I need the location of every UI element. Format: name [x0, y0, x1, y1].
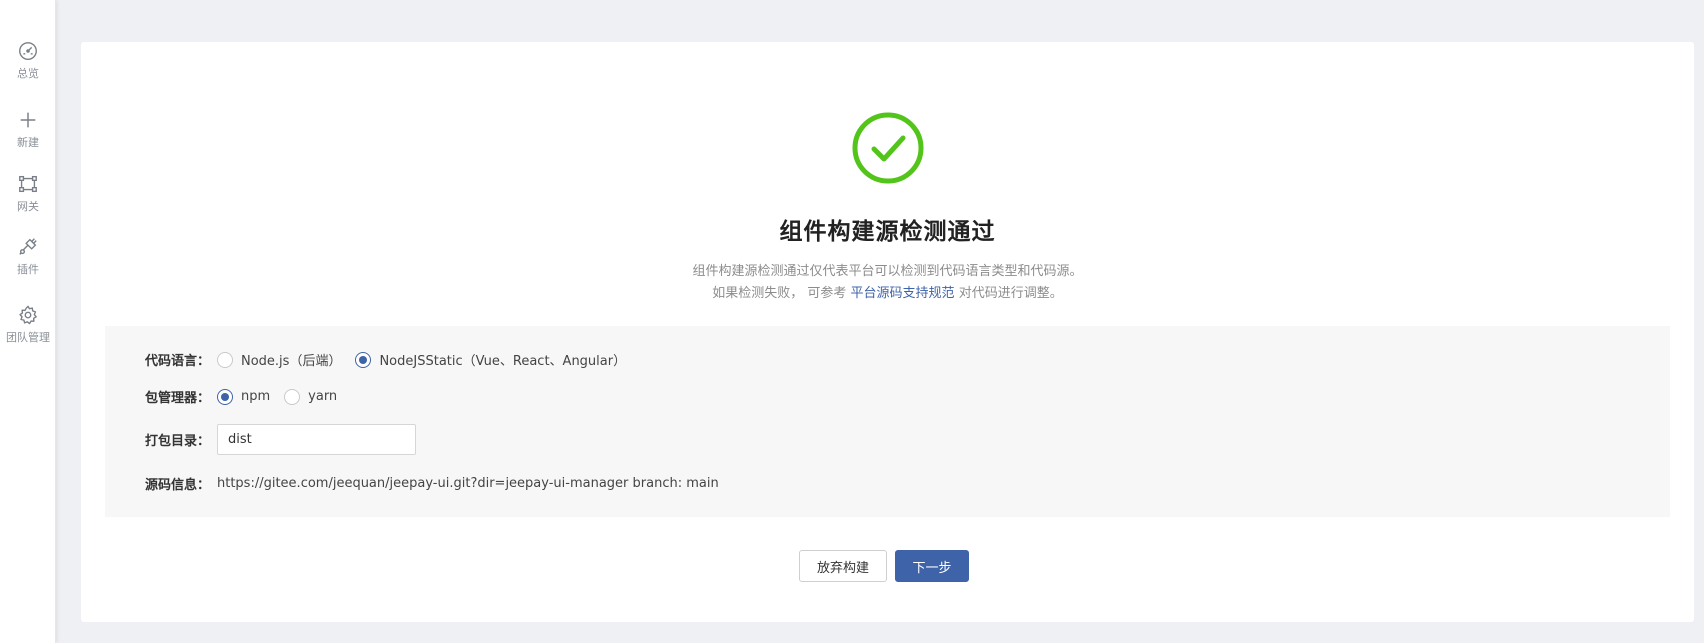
sidebar-item-overview[interactable]: 总览 — [0, 40, 56, 81]
dashboard-icon — [19, 42, 37, 60]
sidebar-item-label: 新建 — [17, 136, 39, 149]
package-manager-row: 包管理器： npm yarn — [145, 387, 351, 406]
build-config-panel: 代码语言： Node.js（后端） NodeJSStatic（Vue、React… — [105, 326, 1670, 517]
result-description-hint: 如果检测失败， 可参考 平台源码支持规范 对代码进行调整。 — [81, 282, 1694, 301]
sidebar-item-label: 团队管理 — [6, 331, 50, 344]
build-source-result-card: 组件构建源检测通过 组件构建源检测通过仅代表平台可以检测到代码语言类型和代码源。… — [81, 42, 1694, 622]
sidebar-item-label: 网关 — [17, 200, 39, 213]
abandon-build-button[interactable]: 放弃构建 — [799, 550, 887, 582]
sidebar-item-label: 总览 — [17, 67, 39, 80]
gateway-icon — [19, 175, 37, 193]
check-circle-icon — [852, 112, 924, 184]
radio-circle[interactable] — [217, 351, 233, 368]
radio-circle[interactable] — [217, 388, 233, 405]
source-info-value: https://gitee.com/jeequan/jeepay-ui.git?… — [217, 476, 719, 491]
package-manager-radio-yarn[interactable]: yarn — [284, 388, 338, 405]
output-dir-row: 打包目录： — [145, 424, 416, 455]
radio-circle[interactable] — [284, 388, 301, 405]
sidebar-item-team-management[interactable]: 团队管理 — [0, 304, 56, 345]
sidebar-item-new[interactable]: 新建 — [0, 109, 56, 150]
source-info-row: 源码信息： https://gitee.com/jeequan/jeepay-u… — [145, 474, 719, 493]
next-step-button[interactable]: 下一步 — [895, 550, 969, 582]
gear-icon — [19, 305, 37, 325]
plug-icon — [19, 238, 37, 255]
source-spec-link[interactable]: 平台源码支持规范 — [851, 286, 955, 301]
sidebar-item-gateway[interactable]: 网关 — [0, 173, 56, 214]
language-radio-nodejs[interactable]: Node.js（后端） — [217, 350, 341, 369]
output-dir-input[interactable] — [217, 424, 416, 455]
hint-suffix: 对代码进行调整。 — [958, 286, 1063, 301]
language-label: 代码语言： — [145, 354, 211, 369]
result-title: 组件构建源检测通过 — [779, 219, 996, 245]
package-manager-radio-npm[interactable]: npm — [217, 388, 271, 405]
sidebar: 总览 新建 网关 插件 团队管理 — [0, 0, 56, 643]
language-row: 代码语言： Node.js（后端） NodeJSStatic（Vue、React… — [145, 350, 640, 369]
output-dir-label: 打包目录： — [145, 434, 211, 449]
hint-prefix: 如果检测失败， 可参考 — [712, 286, 847, 301]
radio-circle[interactable] — [355, 351, 372, 368]
radio-label: Node.js（后端） — [241, 354, 342, 369]
sidebar-item-label: 插件 — [17, 263, 39, 276]
sidebar-item-plugins[interactable]: 插件 — [0, 236, 56, 277]
language-radio-nodejsstatic[interactable]: NodeJSStatic（Vue、React、Angular） — [355, 350, 626, 369]
source-info-label: 源码信息： — [145, 478, 211, 493]
radio-label: NodeJSStatic（Vue、React、Angular） — [379, 354, 627, 369]
radio-label: npm — [241, 389, 271, 404]
plus-icon — [20, 112, 36, 128]
result-description: 组件构建源检测通过仅代表平台可以检测到代码语言类型和代码源。 — [692, 264, 1083, 279]
package-manager-label: 包管理器： — [145, 391, 211, 406]
radio-label: yarn — [308, 389, 338, 404]
